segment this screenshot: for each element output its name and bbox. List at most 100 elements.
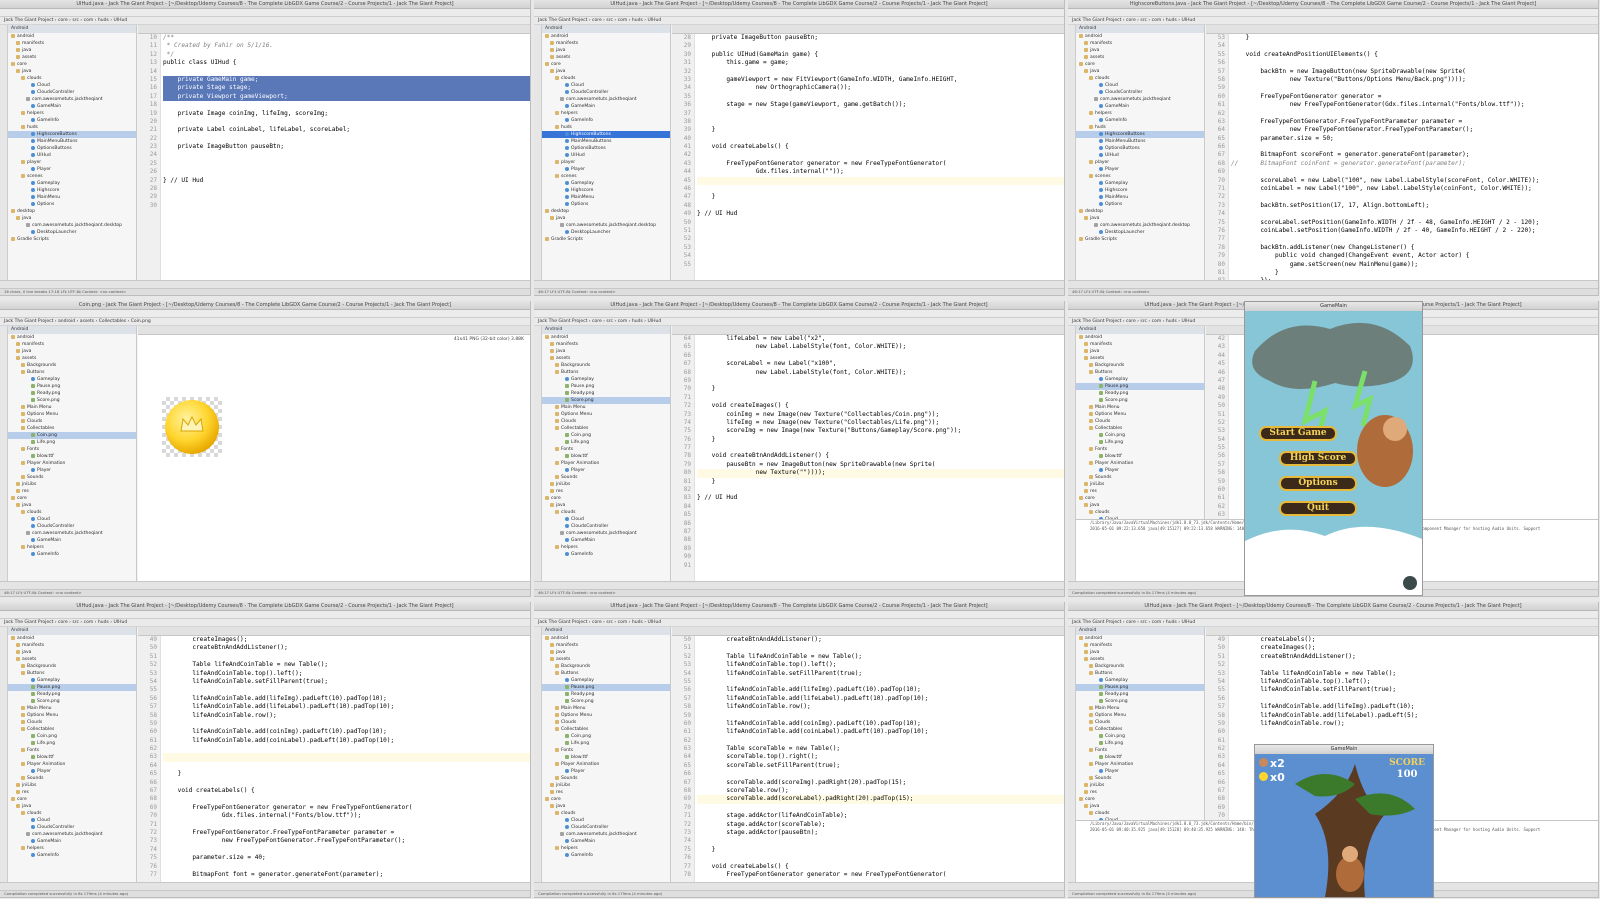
code-area[interactable]: private ImageButton pauseBtn; public UIH… (697, 34, 1064, 281)
tree-item[interactable]: core (542, 61, 670, 68)
tree-item[interactable]: GameInfo (542, 551, 670, 558)
tree-item[interactable]: helpers (542, 110, 670, 117)
tree-item[interactable]: com.awesometuts.jacktheqiant (542, 831, 670, 838)
tree-item[interactable]: HighscoreButtons (8, 131, 136, 138)
tree-item[interactable]: Gameplay (542, 180, 670, 187)
tree-item[interactable]: Backgrounds (542, 362, 670, 369)
game-window-gameplay[interactable]: GameMain x2 x0 SCORE 100 (1254, 744, 1434, 898)
tree-item[interactable]: assets (1076, 656, 1204, 663)
tree-item[interactable]: blow.ttf (542, 754, 670, 761)
tree-item[interactable]: OptionsButtons (542, 145, 670, 152)
project-tree[interactable]: Android android manifests java assets core jav… (542, 25, 671, 281)
tree-item[interactable]: Life.png (8, 740, 136, 747)
tree-item[interactable]: Cloud (8, 516, 136, 523)
tree-item[interactable]: MainMenu (8, 194, 136, 201)
tree-item[interactable]: GameMain (542, 537, 670, 544)
tree-item[interactable]: Fonts (1076, 747, 1204, 754)
tree-item[interactable]: java (542, 502, 670, 509)
tree-item[interactable]: clouds (542, 75, 670, 82)
project-tree[interactable]: Android android manifests java assets Backgro… (542, 627, 671, 883)
tree-item[interactable]: Clouds (542, 719, 670, 726)
tree-item[interactable]: clouds (8, 75, 136, 82)
tree-item[interactable]: Score.png (8, 397, 136, 404)
tree-item[interactable]: clouds (542, 810, 670, 817)
tree-item[interactable]: DesktopLauncher (8, 229, 136, 236)
tree-item[interactable]: Pause.png (542, 383, 670, 390)
tree-item[interactable]: helpers (8, 544, 136, 551)
tree-item[interactable]: jniLibs (542, 481, 670, 488)
tree-item[interactable]: java (1076, 47, 1204, 54)
project-tree[interactable]: Android android manifests java assets Backgro… (542, 326, 671, 582)
tree-item[interactable]: Collectables (1076, 726, 1204, 733)
tree-item[interactable]: Backgrounds (1076, 663, 1204, 670)
code-editor[interactable]: 28 29 30 31 32 33 34 35 36 37 38 39 40 41 42 43 44 45 46 47… (672, 34, 1064, 281)
tree-item[interactable]: Buttons (8, 369, 136, 376)
tree-item[interactable]: Life.png (542, 740, 670, 747)
tree-item[interactable]: MainMenu (1076, 194, 1204, 201)
tree-item[interactable]: huds (542, 124, 670, 131)
options-button[interactable]: Options (1279, 476, 1357, 491)
tree-item[interactable]: Coin.png (542, 432, 670, 439)
tree-item[interactable]: Sounds (542, 775, 670, 782)
code-editor[interactable]: 64 65 66 67 68 69 70 71 72 73 74 75 76 77 78 79 80 81 82 83… (672, 335, 1064, 582)
tree-item[interactable]: Coin.png (8, 733, 136, 740)
tree-item[interactable]: Buttons (542, 670, 670, 677)
tree-item[interactable]: Pause.png (8, 684, 136, 691)
tree-item[interactable]: Player (542, 467, 670, 474)
tree-item[interactable]: java (8, 215, 136, 222)
tree-item[interactable]: Player (8, 467, 136, 474)
tree-item[interactable]: java (1076, 348, 1204, 355)
breadcrumb[interactable]: Jack The Giant Project › android › asset… (0, 318, 530, 326)
tree-item[interactable]: Options (542, 201, 670, 208)
tree-item[interactable]: CloudsController (542, 523, 670, 530)
tree-item[interactable]: Gameplay (542, 376, 670, 383)
tree-item[interactable]: GameMain (1076, 103, 1204, 110)
tree-item[interactable]: helpers (8, 845, 136, 852)
tree-item[interactable]: Coin.png (1076, 733, 1204, 740)
code-area[interactable]: } void createAndPositionUIElements() { b… (1231, 34, 1598, 281)
tree-item[interactable]: Player Animation (542, 761, 670, 768)
high-score-button[interactable]: High Score (1279, 451, 1357, 466)
tree-item[interactable]: assets (1076, 355, 1204, 362)
tree-item[interactable]: Clouds (8, 418, 136, 425)
tree-item[interactable]: Gradle Scripts (542, 236, 670, 243)
tree-item[interactable]: Backgrounds (542, 663, 670, 670)
tree-item[interactable]: Player (1076, 166, 1204, 173)
tree-item[interactable]: Buttons (8, 670, 136, 677)
tree-item[interactable]: res (1076, 488, 1204, 495)
project-tree[interactable]: Android android manifests java assets Backgro… (8, 326, 137, 582)
tree-item[interactable]: Backgrounds (8, 362, 136, 369)
tree-item[interactable]: Clouds (1076, 418, 1204, 425)
code-area[interactable]: /** * Created by Fahir on 5/1/16. */publ… (163, 34, 530, 281)
tree-item[interactable]: Cloud (542, 516, 670, 523)
tree-item[interactable]: Player (1076, 768, 1204, 775)
code-area[interactable]: lifeLabel = new Label("x2", new Label.La… (697, 335, 1064, 582)
tree-item[interactable]: jniLibs (8, 782, 136, 789)
tree-item[interactable]: core (8, 61, 136, 68)
tree-item[interactable]: com.awesometuts.jacktheqiant (1076, 96, 1204, 103)
tree-item[interactable]: DesktopLauncher (542, 229, 670, 236)
game-window-main-menu[interactable]: GameMain Start Game High Score Options Quit (1244, 301, 1423, 596)
tree-item[interactable]: OptionsButtons (8, 145, 136, 152)
tree-item[interactable]: Score.png (1076, 698, 1204, 705)
tree-item[interactable]: android (1076, 334, 1204, 341)
tree-item[interactable]: Cloud (542, 82, 670, 89)
tree-item[interactable]: res (8, 789, 136, 796)
tree-item[interactable]: java (542, 215, 670, 222)
tree-item[interactable]: com.awesometuts.jacktheqiant (542, 96, 670, 103)
tree-item[interactable]: Highscore (542, 187, 670, 194)
tree-item[interactable]: Sounds (8, 775, 136, 782)
tree-item[interactable]: Pause.png (1076, 383, 1204, 390)
tree-item[interactable]: scenes (1076, 173, 1204, 180)
tree-item[interactable]: Main Menu (1076, 705, 1204, 712)
tree-item[interactable]: Coin.png (1076, 432, 1204, 439)
project-tree[interactable]: Android android manifests java assets Backgro… (8, 627, 137, 883)
tree-item[interactable]: scenes (542, 173, 670, 180)
tree-item[interactable]: com.awesometuts.jacktheqiant (8, 530, 136, 537)
tree-item[interactable]: manifests (8, 341, 136, 348)
tree-item[interactable]: com.awesometuts.jacktheqiant (8, 96, 136, 103)
project-view-selector[interactable]: Android (542, 25, 670, 33)
tree-item[interactable]: MainMenuButtons (8, 138, 136, 145)
tree-item[interactable]: Collectables (542, 425, 670, 432)
tree-item[interactable]: Buttons (542, 369, 670, 376)
